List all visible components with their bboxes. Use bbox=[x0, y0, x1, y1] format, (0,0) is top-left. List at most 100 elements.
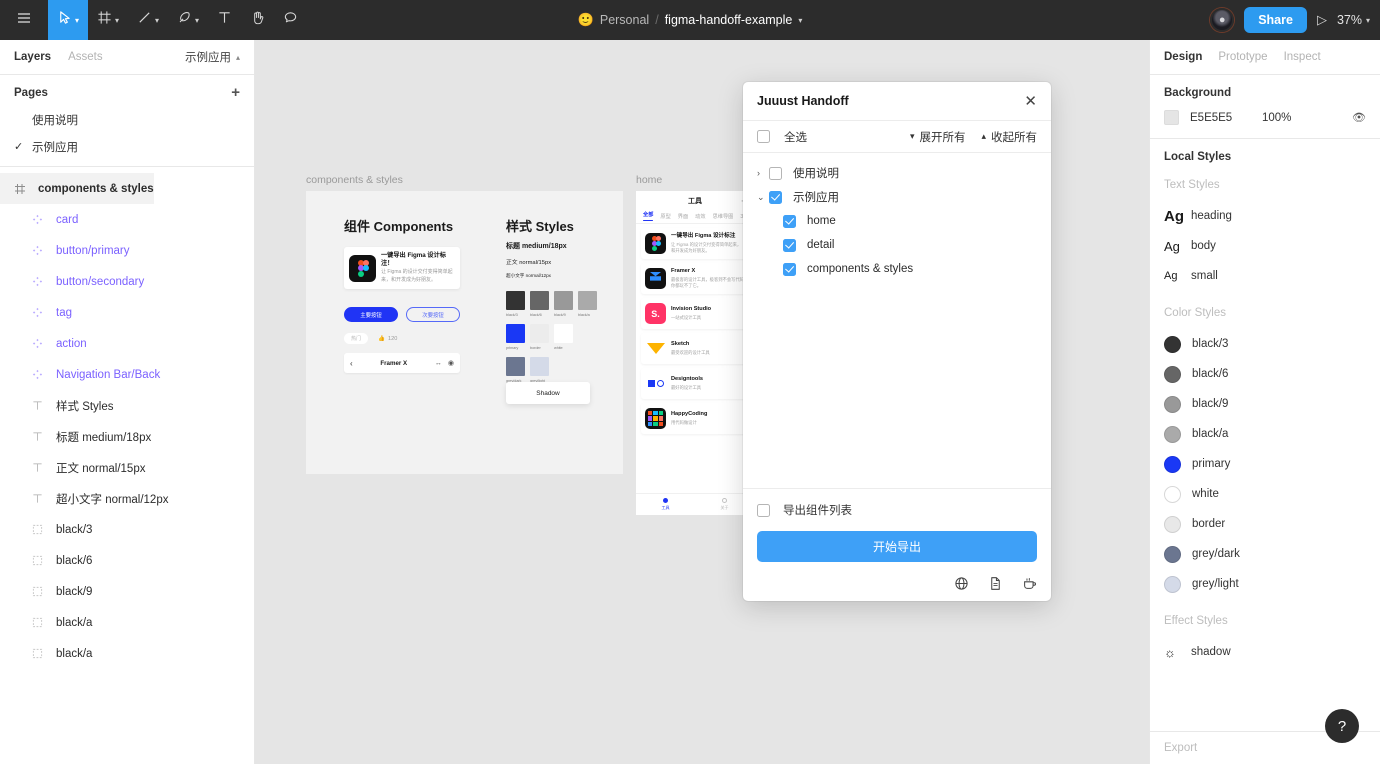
tree-child-checkbox[interactable] bbox=[783, 262, 796, 276]
zoom-level-dropdown[interactable]: 37% ▾ bbox=[1337, 13, 1370, 27]
layer-item-components-styles[interactable]: components & styles bbox=[0, 173, 154, 204]
list-item[interactable]: Framer X 最极客的设计工具，极客到不会写代码你都玩不了它。 bbox=[641, 263, 749, 294]
team-name[interactable]: Personal bbox=[600, 13, 649, 27]
hand-tool-button[interactable] bbox=[241, 0, 274, 40]
layer-item-slice[interactable]: black/9 bbox=[0, 576, 254, 607]
frame-label-components-styles[interactable]: components & styles bbox=[306, 174, 403, 186]
color-style-white[interactable]: white bbox=[1164, 479, 1366, 509]
modal-page-tree[interactable]: › 使用说明 ⌄ 示例应用 home detail components & s… bbox=[743, 153, 1051, 488]
background-swatch[interactable] bbox=[1164, 110, 1179, 125]
list-item[interactable]: S. Invision Studio 一站式设计工具 bbox=[641, 298, 749, 329]
share-button[interactable]: Share bbox=[1244, 7, 1307, 33]
main-menu-button[interactable] bbox=[0, 0, 48, 40]
layer-item-slice[interactable]: black/6 bbox=[0, 545, 254, 576]
globe-icon[interactable] bbox=[954, 576, 969, 591]
play-icon[interactable]: ▷ bbox=[1317, 12, 1327, 28]
component-navigation-bar[interactable]: ‹ Framer X ↔ ◉ bbox=[344, 353, 460, 373]
layers-list[interactable]: home detail components & styles 组件 Compo… bbox=[0, 167, 254, 764]
layer-item-text[interactable]: 标题 medium/18px bbox=[0, 421, 254, 452]
expand-all-button[interactable]: ▾ 展开所有 bbox=[910, 129, 966, 145]
eye-icon[interactable]: 👁 bbox=[1352, 111, 1366, 124]
tree-node-checkbox[interactable] bbox=[769, 190, 782, 204]
tree-child-components-styles[interactable]: components & styles bbox=[743, 257, 1051, 281]
phone-tab[interactable]: 界面 bbox=[678, 213, 688, 220]
tab-design[interactable]: Design bbox=[1164, 51, 1202, 63]
component-card[interactable]: 一键导出 Figma 设计标注！ 让 Figma 的设计交付变得简单起来，和开发… bbox=[344, 247, 460, 289]
plus-icon[interactable]: + bbox=[231, 85, 240, 100]
color-style-grey-light[interactable]: grey/light bbox=[1164, 569, 1366, 599]
tree-child-checkbox[interactable] bbox=[783, 214, 796, 228]
color-style-primary[interactable]: primary bbox=[1164, 449, 1366, 479]
artboard-components-styles[interactable]: 组件 Components 样式 Styles 一键导出 Figma 设计标注！… bbox=[306, 191, 623, 474]
color-style-black-3[interactable]: black/3 bbox=[1164, 329, 1366, 359]
phone-tab[interactable]: 思维导图 bbox=[713, 213, 734, 220]
component-button-secondary[interactable]: 次要按钮 bbox=[406, 307, 460, 322]
chevron-down-icon[interactable]: ▾ bbox=[798, 17, 802, 25]
page-selector-dropdown[interactable]: 示例应用 ▴ bbox=[185, 49, 240, 65]
tab-prototype[interactable]: Prototype bbox=[1218, 51, 1267, 63]
help-button[interactable]: ? bbox=[1325, 709, 1359, 743]
component-tag[interactable]: 热门 bbox=[344, 333, 369, 344]
layer-item-slice[interactable]: black/a bbox=[0, 607, 254, 638]
effect-style-shadow[interactable]: ☼ shadow bbox=[1164, 637, 1366, 667]
page-item-instructions[interactable]: 使用说明 bbox=[0, 106, 254, 133]
layer-item-text[interactable]: 超小文字 normal/12px bbox=[0, 483, 254, 514]
tab-assets[interactable]: Assets bbox=[68, 51, 103, 63]
list-item[interactable]: Designtools 最好的设计工具 bbox=[641, 368, 749, 399]
pen-tool-button[interactable]: ▾ bbox=[168, 0, 208, 40]
text-tool-button[interactable] bbox=[208, 0, 241, 40]
layer-item-button-primary[interactable]: button/primary bbox=[0, 235, 254, 266]
layer-item-button-secondary[interactable]: button/secondary bbox=[0, 266, 254, 297]
color-style-border[interactable]: border bbox=[1164, 509, 1366, 539]
tree-node-instructions[interactable]: › 使用说明 bbox=[743, 161, 1051, 185]
file-name[interactable]: figma-handoff-example bbox=[665, 13, 793, 27]
layer-item-navigation-bar-back[interactable]: Navigation Bar/Back bbox=[0, 359, 254, 390]
layer-item-text[interactable]: 正文 normal/15px bbox=[0, 452, 254, 483]
list-item[interactable]: HappyCoding 用代码做设计 bbox=[641, 403, 749, 434]
layer-item-slice[interactable]: black/a bbox=[0, 638, 254, 669]
background-hex[interactable]: E5E5E5 bbox=[1190, 112, 1262, 124]
list-item[interactable]: Sketch 最受欢迎的设计工具 bbox=[641, 333, 749, 364]
export-component-list-checkbox[interactable] bbox=[757, 503, 770, 517]
collapse-all-button[interactable]: ▴ 收起所有 bbox=[981, 129, 1037, 145]
phone-tab[interactable]: 动效 bbox=[695, 213, 705, 220]
phone-tab[interactable]: 全部 bbox=[643, 211, 654, 221]
layer-item-action[interactable]: action bbox=[0, 328, 254, 359]
coffee-cup-icon[interactable] bbox=[1022, 576, 1037, 591]
chevron-down-icon[interactable]: ⌄ bbox=[743, 192, 769, 203]
avatar[interactable]: ● bbox=[1210, 8, 1235, 32]
settings-icon[interactable]: ◉ bbox=[448, 359, 454, 367]
text-style-heading[interactable]: Ag heading bbox=[1164, 201, 1366, 231]
text-style-body[interactable]: Ag body bbox=[1164, 231, 1366, 261]
color-style-grey-dark[interactable]: grey/dark bbox=[1164, 539, 1366, 569]
frame-tool-button[interactable]: ▾ bbox=[88, 0, 128, 40]
tab-inspect[interactable]: Inspect bbox=[1284, 51, 1321, 63]
color-style-black-6[interactable]: black/6 bbox=[1164, 359, 1366, 389]
background-opacity[interactable]: 100% bbox=[1262, 112, 1291, 124]
component-button-primary[interactable]: 主要按钮 bbox=[344, 307, 398, 322]
layer-item-slice[interactable]: black/3 bbox=[0, 514, 254, 545]
tree-node-sample-app[interactable]: ⌄ 示例应用 bbox=[743, 185, 1051, 209]
color-style-black-a[interactable]: black/a bbox=[1164, 419, 1366, 449]
page-item-sample-app[interactable]: ✓ 示例应用 bbox=[0, 133, 254, 160]
start-export-button[interactable]: 开始导出 bbox=[757, 531, 1037, 562]
color-style-black-9[interactable]: black/9 bbox=[1164, 389, 1366, 419]
frame-label-home[interactable]: home bbox=[636, 174, 662, 186]
export-component-list-label[interactable]: 导出组件列表 bbox=[783, 502, 852, 518]
text-style-small[interactable]: Ag small bbox=[1164, 261, 1366, 291]
chevron-right-icon[interactable]: › bbox=[743, 168, 769, 178]
tree-child-checkbox[interactable] bbox=[783, 238, 796, 252]
layer-item-tag[interactable]: tag bbox=[0, 297, 254, 328]
collapse-icon[interactable]: ↔ bbox=[435, 360, 442, 367]
artboard-home[interactable]: 工具 ⋯ 全部 原型 界面 动效 思维导图 3D bbox=[636, 191, 754, 515]
phone-tabbar-item-tools[interactable]: 工具 bbox=[636, 494, 695, 515]
component-action[interactable]: 👍 120 bbox=[378, 336, 397, 342]
phone-tab[interactable]: 原型 bbox=[660, 213, 670, 220]
move-tool-button[interactable]: ▾ bbox=[48, 0, 89, 40]
comment-tool-button[interactable] bbox=[274, 0, 307, 40]
tab-layers[interactable]: Layers bbox=[14, 51, 51, 63]
select-all-checkbox[interactable] bbox=[757, 130, 770, 143]
select-all-label[interactable]: 全选 bbox=[784, 129, 807, 145]
layer-item-text[interactable]: 样式 Styles bbox=[0, 390, 254, 421]
close-x-icon[interactable]: ✕ bbox=[1024, 94, 1037, 109]
